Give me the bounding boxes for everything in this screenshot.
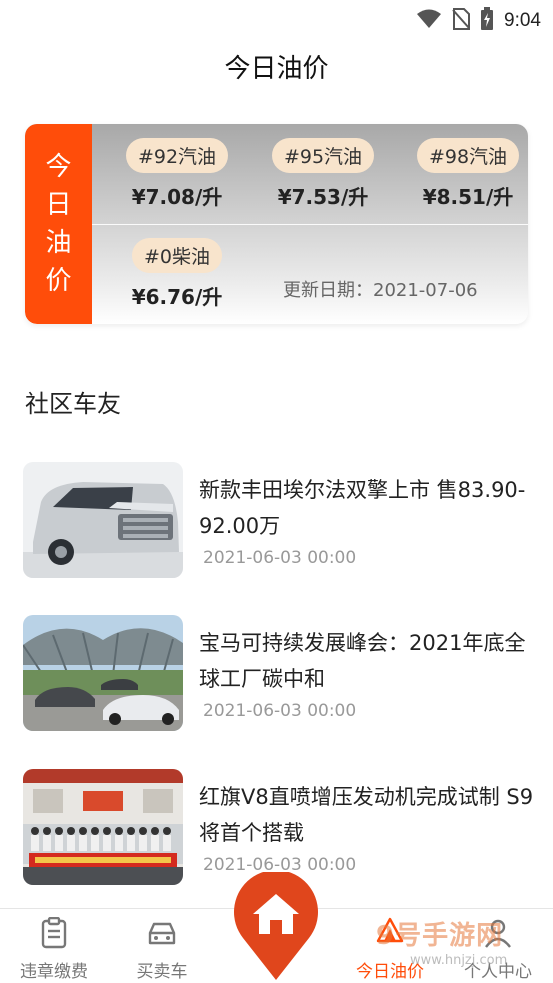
side-label-char: 日 [45, 190, 72, 220]
page-title: 今日油价 [224, 54, 329, 84]
section-title: 社区车友 [25, 390, 121, 418]
car-icon [146, 917, 178, 949]
price-cell-diesel: #0柴油 ¥6.76/升 [112, 238, 242, 310]
fuel-tag: #0柴油 [131, 238, 222, 273]
fuel-price: ¥7.53/升 [277, 185, 369, 209]
nav-label: 买卖车 [136, 962, 188, 982]
fuel-price: ¥7.08/升 [131, 185, 223, 209]
nav-item-violation-payment[interactable]: 违章缴费 [9, 916, 99, 982]
news-thumbnail-bmw [23, 615, 183, 731]
price-cell-95: #95汽油 ¥7.53/升 [258, 138, 388, 210]
news-item[interactable]: 红旗V8直喷增压发动机完成试制 S9将首个搭载 2021-06-03 00:00 [23, 769, 533, 889]
fuel-price: ¥6.76/升 [131, 285, 223, 309]
clipboard-icon [38, 916, 70, 949]
side-label-char: 价 [45, 266, 72, 296]
news-item[interactable]: 宝马可持续发展峰会：2021年底全球工厂碳中和 2021-06-03 00:00 [23, 615, 533, 735]
no-sim-icon [452, 8, 471, 34]
price-cell-98: #98汽油 ¥8.51/升 [403, 138, 528, 210]
side-label-char: 今 [45, 152, 72, 182]
nav-item-buy-sell-car[interactable]: 买卖车 [117, 917, 207, 982]
divider [92, 224, 528, 225]
home-icon [234, 870, 318, 980]
home-button[interactable] [231, 870, 321, 982]
wifi-icon [416, 9, 442, 33]
oil-card-side-label: 今 日 油 价 [25, 124, 92, 324]
status-bar: 9:04 [0, 0, 553, 38]
news-date: 2021-06-03 00:00 [203, 701, 357, 721]
news-title: 宝马可持续发展峰会：2021年底全球工厂碳中和 [199, 631, 526, 691]
watermark-logo: 9号手游网 [376, 921, 504, 951]
side-label-char: 油 [45, 228, 72, 258]
battery-charging-icon [480, 7, 494, 35]
oil-price-card: 今 日 油 价 #92汽油 ¥7.08/升 #95汽油 ¥7.53/升 #98汽… [25, 124, 528, 324]
fuel-price: ¥8.51/升 [422, 185, 514, 209]
fuel-tag: #95汽油 [271, 138, 375, 173]
news-item[interactable]: 新款丰田埃尔法双擎上市 售83.90-92.00万 2021-06-03 00:… [23, 462, 533, 582]
fuel-tag: #98汽油 [416, 138, 520, 173]
news-thumbnail-van [23, 462, 183, 578]
fuel-tag: #92汽油 [125, 138, 229, 173]
update-date: 更新日期：2021-07-06 [283, 280, 478, 301]
news-date: 2021-06-03 00:00 [203, 548, 357, 568]
nav-label: 违章缴费 [20, 962, 88, 982]
price-cell-92: #92汽油 ¥7.08/升 [112, 138, 242, 210]
news-thumbnail-hongqi [23, 769, 183, 885]
news-title: 新款丰田埃尔法双擎上市 售83.90-92.00万 [199, 478, 526, 538]
watermark-url: www.hnjzj.com [410, 953, 508, 968]
status-time: 9:04 [504, 10, 541, 31]
news-title: 红旗V8直喷增压发动机完成试制 S9将首个搭载 [199, 785, 534, 845]
